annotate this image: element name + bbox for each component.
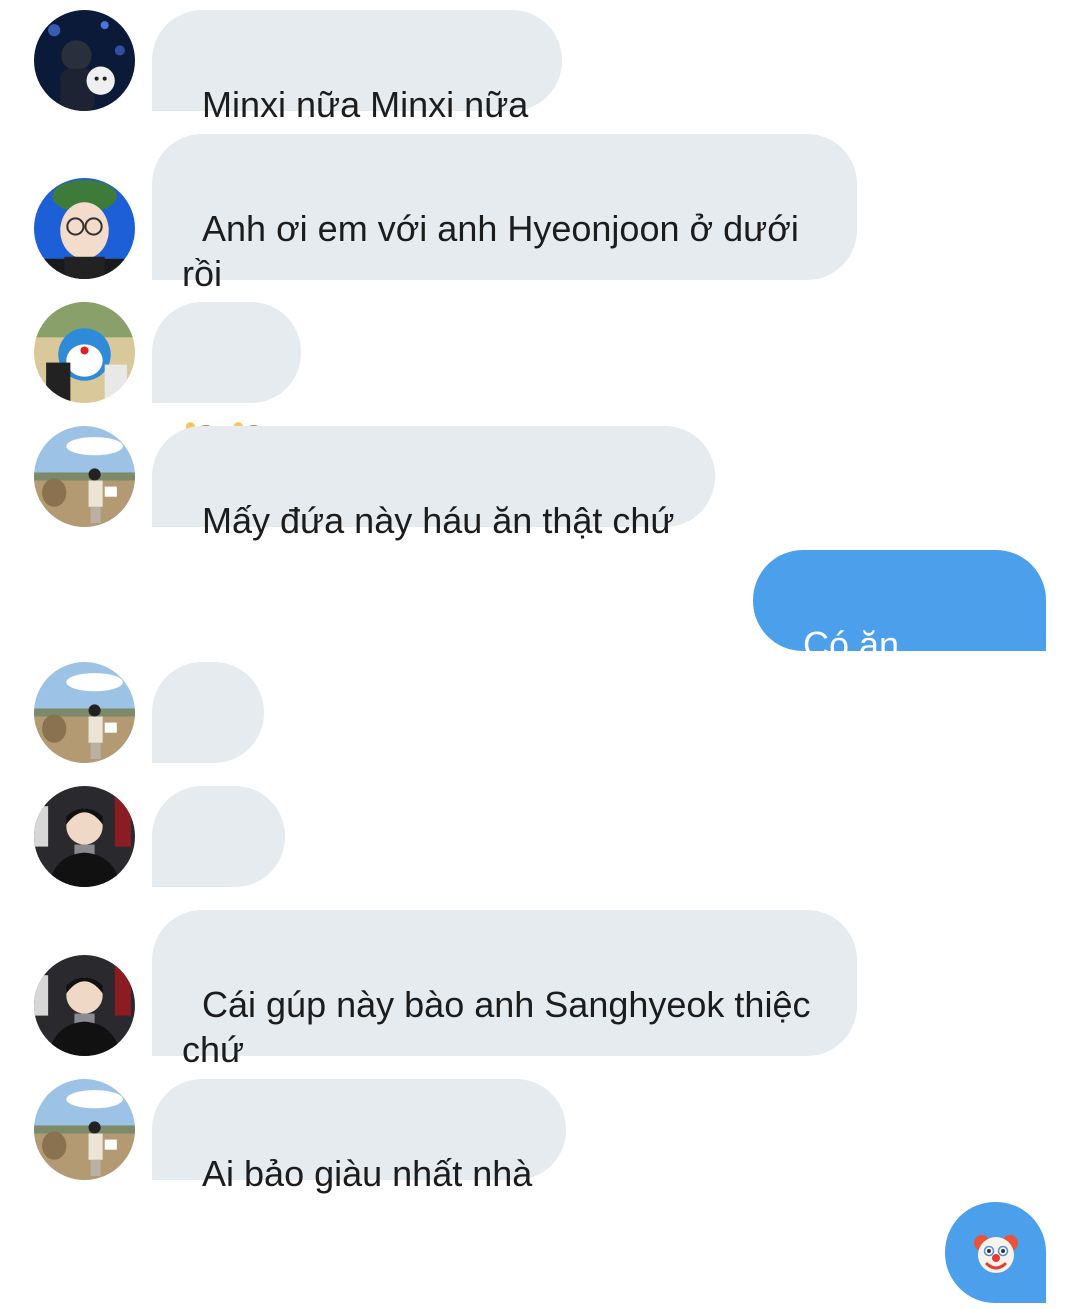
avatar-field[interactable] bbox=[34, 1079, 135, 1180]
message-bubble[interactable]: =)))) bbox=[152, 786, 285, 946]
outgoing-message-bubble[interactable] bbox=[945, 1202, 1046, 1303]
avatar-dark-coat[interactable] bbox=[34, 786, 135, 887]
message-bubble[interactable]: Cái gúp này bào anh Sanghyeok thiệc chứ bbox=[152, 910, 857, 1070]
avatar-green-hat[interactable] bbox=[34, 178, 135, 279]
message-text: Mấy đứa này háu ăn thật chứ bbox=[202, 500, 675, 541]
avatar-doraemon[interactable] bbox=[34, 302, 135, 403]
clown-face-icon bbox=[973, 1234, 1018, 1273]
message-text: Minxi nữa Minxi nữa bbox=[202, 84, 529, 125]
message-bubble[interactable] bbox=[152, 302, 301, 465]
avatar-field[interactable] bbox=[34, 662, 135, 763]
message-bubble[interactable]: Kó bbox=[152, 662, 264, 822]
outgoing-message-bubble[interactable]: Có ăn không? bbox=[753, 550, 1046, 710]
avatar-dark-coat[interactable] bbox=[34, 955, 135, 1056]
message-text: Ai bảo giàu nhất nhà bbox=[202, 1153, 533, 1194]
message-text: Cái gúp này bào anh Sanghyeok thiệc chứ bbox=[182, 984, 821, 1070]
message-bubble[interactable]: Anh ơi em với anh Hyeonjoon ở dưới rồi bbox=[152, 134, 857, 294]
message-text: Có ăn không? bbox=[783, 624, 910, 710]
avatar-field[interactable] bbox=[34, 426, 135, 527]
avatar-concert[interactable] bbox=[34, 10, 135, 111]
message-bubble[interactable]: Minxi nữa Minxi nữa bbox=[152, 10, 562, 125]
message-bubble[interactable]: Ai bảo giàu nhất nhà bbox=[152, 1079, 566, 1194]
message-bubble[interactable]: Mấy đứa này háu ăn thật chứ bbox=[152, 426, 715, 541]
message-text: Anh ơi em với anh Hyeonjoon ở dưới rồi bbox=[182, 208, 809, 294]
